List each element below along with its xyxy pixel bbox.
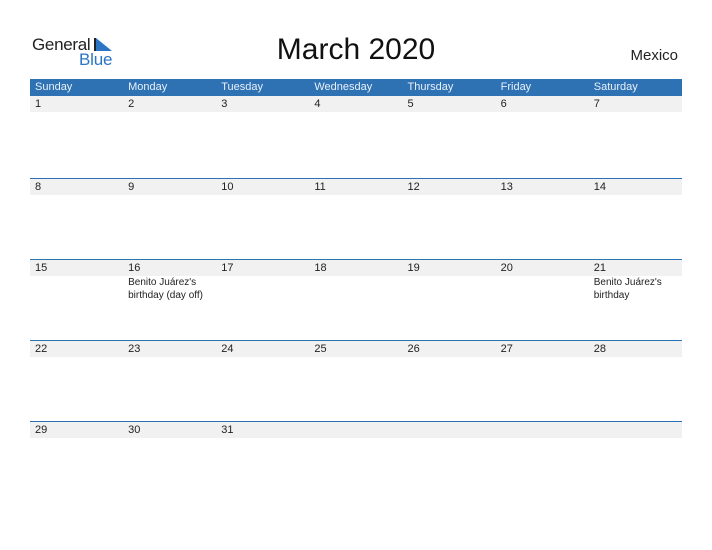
calendar-week: 8 9 10 11 12 13 14 xyxy=(30,178,682,259)
weekday-tuesday: Tuesday xyxy=(221,81,264,93)
day-number: 9 xyxy=(128,181,135,193)
country-label: Mexico xyxy=(630,47,678,64)
day-number-strip: 8 9 10 11 12 13 14 xyxy=(30,179,682,195)
day-number: 11 xyxy=(314,181,326,193)
day-number: 23 xyxy=(128,343,141,355)
day-number: 5 xyxy=(407,98,414,110)
day-number: 15 xyxy=(35,262,48,274)
weekday-friday: Friday xyxy=(500,81,532,93)
day-number: 2 xyxy=(128,98,135,110)
weekday-header: Sunday Monday Tuesday Wednesday Thursday… xyxy=(30,79,682,96)
holiday-event xyxy=(403,276,496,302)
calendar-week: 22 23 24 25 26 27 28 xyxy=(30,340,682,421)
weekday-thursday: Thursday xyxy=(407,81,454,93)
day-number: 28 xyxy=(593,343,606,355)
weekday-sunday: Sunday xyxy=(35,81,73,93)
day-number: 7 xyxy=(593,98,600,110)
weekday-wednesday: Wednesday xyxy=(314,81,373,93)
day-number: 16 xyxy=(128,262,141,274)
day-number xyxy=(589,422,682,438)
day-number: 4 xyxy=(314,98,321,110)
day-number: 6 xyxy=(500,98,507,110)
calendar-title: March 2020 xyxy=(276,33,436,66)
holiday-event xyxy=(216,276,309,302)
event-row: Benito Juárez's birthday (day off) Benito… xyxy=(30,276,682,302)
day-number: 3 xyxy=(221,98,228,110)
day-number-strip: 1 2 3 4 5 6 7 xyxy=(30,96,682,112)
day-number-strip: 15 16 17 18 19 20 21 xyxy=(30,260,682,276)
day-number: 17 xyxy=(221,262,234,274)
day-number: 25 xyxy=(314,343,327,355)
weekday-saturday: Saturday xyxy=(593,81,638,93)
day-number: 1 xyxy=(35,98,42,110)
calendar-week: 1 2 3 4 5 6 7 xyxy=(30,96,682,178)
day-number: 12 xyxy=(407,181,420,193)
day-number xyxy=(403,422,496,438)
day-number-strip: 22 23 24 25 26 27 28 xyxy=(30,341,682,357)
day-number: 27 xyxy=(500,343,513,355)
day-number-strip: 29 30 31 xyxy=(30,422,682,438)
day-number: 26 xyxy=(407,343,420,355)
holiday-event xyxy=(309,276,402,302)
day-number: 14 xyxy=(593,181,606,193)
day-number: 30 xyxy=(128,424,141,436)
holiday-event: Benito Juárez's birthday xyxy=(593,277,662,301)
day-number: 31 xyxy=(221,424,234,436)
weekday-monday: Monday xyxy=(128,81,168,93)
calendar-week: 29 30 31 xyxy=(30,421,682,502)
day-number: 20 xyxy=(500,262,513,274)
day-number xyxy=(496,422,589,438)
day-number xyxy=(309,422,402,438)
holiday-event xyxy=(496,276,589,302)
weeks-container: 1 2 3 4 5 6 7 8 9 10 11 12 13 14 15 16 17 18 19 20 21 Benito … xyxy=(30,96,682,502)
day-number: 8 xyxy=(35,181,42,193)
day-number: 18 xyxy=(314,262,327,274)
calendar-week: 15 16 17 18 19 20 21 Benito Juárez's birthday (… xyxy=(30,259,682,340)
day-number: 22 xyxy=(35,343,48,355)
day-number: 10 xyxy=(221,181,234,193)
day-number: 19 xyxy=(407,262,420,274)
calendar-grid: Sunday Monday Tuesday Wednesday Thursday… xyxy=(30,79,682,502)
holiday-event: Benito Juárez's birthday (day off) xyxy=(128,277,203,301)
day-number: 21 xyxy=(593,262,606,274)
day-number: 24 xyxy=(221,343,234,355)
holiday-event xyxy=(30,276,123,302)
day-number: 13 xyxy=(500,181,513,193)
day-number: 29 xyxy=(35,424,48,436)
